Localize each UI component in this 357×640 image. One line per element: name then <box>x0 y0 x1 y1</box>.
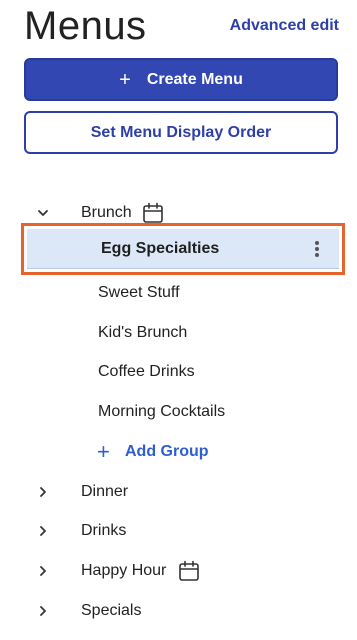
group-label: Sweet Stuff <box>98 284 180 301</box>
menu-label: Happy Hour <box>81 562 167 579</box>
menu-label: Specials <box>81 602 142 619</box>
menu-item-specials[interactable]: Specials <box>0 591 357 631</box>
menu-item-happy-hour[interactable]: Happy Hour <box>0 551 357 591</box>
advanced-edit-link[interactable]: Advanced edit <box>230 16 339 36</box>
group-label: Morning Cocktails <box>98 403 226 420</box>
group-item-sweet-stuff[interactable]: Sweet Stuff <box>0 273 357 313</box>
chevron-right-icon[interactable] <box>36 564 50 578</box>
chevron-down-icon[interactable] <box>36 206 50 220</box>
plus-icon: + <box>119 68 131 91</box>
menu-item-dinner[interactable]: Dinner <box>0 472 357 512</box>
menu-label: Dinner <box>81 483 129 500</box>
group-label: Egg Specialties <box>101 240 220 257</box>
page-header: Menus Advanced edit <box>0 0 357 52</box>
calendar-icon <box>178 560 200 582</box>
add-group-label: Add Group <box>125 443 209 460</box>
add-group-button[interactable]: + Add Group <box>0 432 357 472</box>
set-display-order-button[interactable]: Set Menu Display Order <box>24 111 338 154</box>
page-title: Menus <box>24 4 147 48</box>
group-label: Coffee Drinks <box>98 363 195 380</box>
group-item-morning-cocktails[interactable]: Morning Cocktails <box>0 392 357 432</box>
group-item-kids-brunch[interactable]: Kid's Brunch <box>0 313 357 353</box>
group-item-egg-specialties[interactable]: Egg Specialties <box>27 229 339 269</box>
selected-highlight: Egg Specialties <box>21 223 345 275</box>
chevron-right-icon[interactable] <box>36 604 50 618</box>
create-menu-button[interactable]: + Create Menu <box>24 58 338 101</box>
menu-label: Drinks <box>81 522 127 539</box>
menu-label: Brunch <box>81 204 132 221</box>
chevron-right-icon[interactable] <box>36 524 50 538</box>
create-menu-label: Create Menu <box>146 70 243 88</box>
chevron-right-icon[interactable] <box>36 485 50 499</box>
group-item-coffee-drinks[interactable]: Coffee Drinks <box>0 352 357 392</box>
menu-item-drinks[interactable]: Drinks <box>0 511 357 551</box>
plus-icon: + <box>97 439 110 464</box>
group-label: Kid's Brunch <box>98 324 188 341</box>
set-display-order-label: Set Menu Display Order <box>90 123 272 141</box>
calendar-icon <box>142 202 164 224</box>
more-options-icon[interactable] <box>313 239 321 259</box>
